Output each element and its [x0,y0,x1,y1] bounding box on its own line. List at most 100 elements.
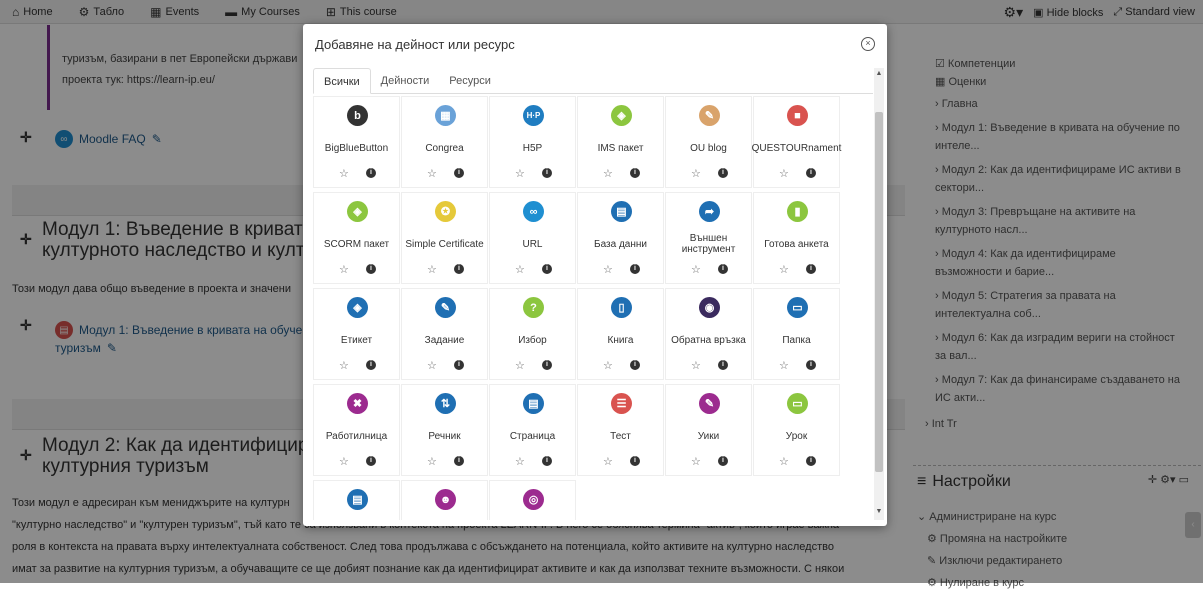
star-icon[interactable]: ☆ [779,359,789,372]
scroll-up-arrow[interactable]: ▲ [874,70,884,80]
info-icon[interactable]: i [718,456,728,466]
module-tile[interactable]: H·P H5P ☆ i [489,96,576,188]
module-tile[interactable]: ◎Чат☆i [489,480,576,520]
module-grid: b BigBlueButton ☆ i ▦ Congrea ☆ i H·P H5P ☆ i ◈ IMS п… [313,96,875,520]
module-tile[interactable]: ▯ Книга ☆ i [577,288,664,380]
star-icon[interactable]: ☆ [427,455,437,468]
star-icon[interactable]: ☆ [515,263,525,276]
tab-activities[interactable]: Дейности [371,68,440,94]
module-tile[interactable]: ☰ Тест ☆ i [577,384,664,476]
info-icon[interactable]: i [542,168,552,178]
star-icon[interactable]: ☆ [339,263,349,276]
module-tile[interactable]: ? Избор ☆ i [489,288,576,380]
info-icon[interactable]: i [718,264,728,274]
info-icon[interactable]: i [366,264,376,274]
info-icon[interactable]: i [718,360,728,370]
star-icon[interactable]: ☆ [691,359,701,372]
scorm-package-icon: ◈ [347,201,368,222]
info-icon[interactable]: i [542,360,552,370]
info-icon[interactable]: i [542,456,552,466]
info-icon[interactable]: i [806,360,816,370]
module-name: Уики [697,430,720,442]
tab-all[interactable]: Всички [313,68,371,94]
star-icon[interactable]: ☆ [339,359,349,372]
star-icon[interactable]: ☆ [603,263,613,276]
info-icon[interactable]: i [542,264,552,274]
module-tile[interactable]: ✎ Задание ☆ i [401,288,488,380]
info-icon[interactable]: i [454,456,464,466]
module-name: Работилница [325,430,388,442]
info-icon[interactable]: i [366,360,376,370]
module-tile[interactable]: ✎ Уики ☆ i [665,384,752,476]
star-icon[interactable]: ☆ [603,359,613,372]
star-icon[interactable]: ☆ [603,455,613,468]
module-name: SCORM пакет [323,238,390,250]
module-tile[interactable]: ✖ Работилница ☆ i [313,384,400,476]
module-tile[interactable]: ◉ Обратна връзка ☆ i [665,288,752,380]
module-name: Урок [785,430,808,442]
module-tile[interactable]: ▭ Папка ☆ i [753,288,840,380]
info-icon[interactable]: i [630,456,640,466]
module-tile[interactable]: b BigBlueButton ☆ i [313,96,400,188]
module-tile[interactable]: ▦ Congrea ☆ i [401,96,488,188]
star-icon[interactable]: ☆ [779,455,789,468]
info-icon[interactable]: i [630,168,640,178]
star-icon[interactable]: ☆ [427,167,437,180]
star-icon[interactable]: ☆ [427,359,437,372]
info-icon[interactable]: i [630,264,640,274]
module-tile[interactable]: ➦ Външен инструмент ☆ i [665,192,752,284]
info-icon[interactable]: i [454,360,464,370]
module-tile[interactable]: ▤ База данни ☆ i [577,192,664,284]
info-icon[interactable]: i [366,456,376,466]
info-icon[interactable]: i [454,168,464,178]
tab-resources[interactable]: Ресурси [439,68,501,94]
star-icon[interactable]: ☆ [691,455,701,468]
module-tile[interactable]: ◈ Етикет ☆ i [313,288,400,380]
star-icon[interactable]: ☆ [779,167,789,180]
module-tile[interactable]: ∞ URL ☆ i [489,192,576,284]
star-icon[interactable]: ☆ [515,455,525,468]
module-tile[interactable]: ▭ Урок ☆ i [753,384,840,476]
star-icon[interactable]: ☆ [779,263,789,276]
star-icon[interactable]: ☆ [691,263,701,276]
star-icon[interactable]: ☆ [339,167,349,180]
database-icon: ▤ [611,201,632,222]
star-icon[interactable]: ☆ [515,167,525,180]
lesson-icon: ▭ [787,393,808,414]
info-icon[interactable]: i [366,168,376,178]
module-tile[interactable]: ⇅ Речник ☆ i [401,384,488,476]
info-icon[interactable]: i [806,456,816,466]
module-name: Congrea [425,142,464,154]
scrollbar-thumb[interactable] [875,112,883,472]
star-icon[interactable]: ☆ [603,167,613,180]
star-icon[interactable]: ☆ [339,455,349,468]
module-tile[interactable]: ▤Файл☆i [313,480,400,520]
info-icon[interactable]: i [806,264,816,274]
module-name: Избор [518,334,547,346]
info-icon[interactable]: i [630,360,640,370]
star-icon[interactable]: ☆ [427,263,437,276]
close-icon[interactable]: × [861,37,875,51]
module-tile[interactable]: ✪ Simple Certificate ☆ i [401,192,488,284]
module-tile[interactable]: ▮ Готова анкета ☆ i [753,192,840,284]
module-name: Чат [492,519,573,520]
survey-icon: ▮ [787,201,808,222]
module-tile[interactable]: ◈ IMS пакет ☆ i [577,96,664,188]
glossary-icon: ⇅ [435,393,456,414]
module-tile[interactable]: ◈ SCORM пакет ☆ i [313,192,400,284]
module-tile[interactable]: ✎ OU blog ☆ i [665,96,752,188]
module-tile[interactable]: ☻Форум☆i [401,480,488,520]
module-name: Simple Certificate [405,238,484,250]
certificate-icon: ✪ [435,201,456,222]
info-icon[interactable]: i [454,264,464,274]
info-icon[interactable]: i [718,168,728,178]
url-icon: ∞ [523,201,544,222]
info-icon[interactable]: i [806,168,816,178]
scroll-down-arrow[interactable]: ▼ [874,508,884,518]
module-tile[interactable]: ▤ Страница ☆ i [489,384,576,476]
star-icon[interactable]: ☆ [691,167,701,180]
star-icon[interactable]: ☆ [515,359,525,372]
module-tile[interactable]: ■ QUESTOURnament ☆ i [752,96,841,188]
dialog-title: Добавяне на дейност или ресурс [315,37,515,52]
dialog-scrollbar[interactable]: ▲ ▼ [874,68,884,520]
